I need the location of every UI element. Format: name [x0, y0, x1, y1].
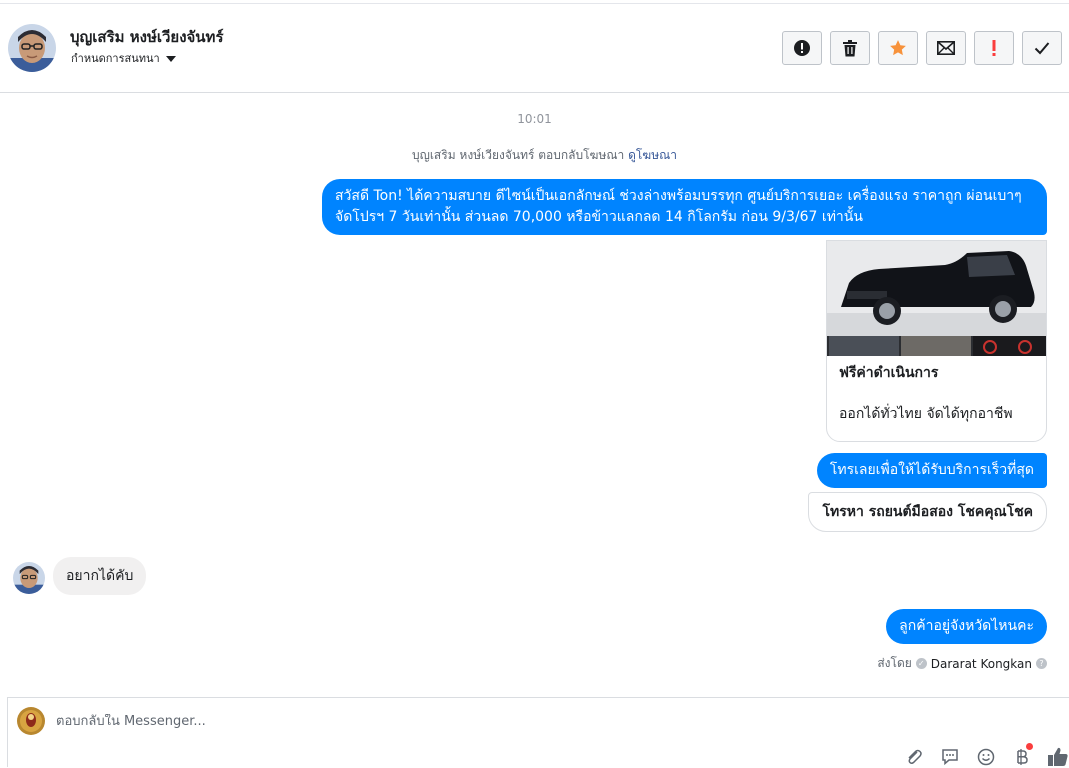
star-icon	[890, 40, 906, 56]
sent-by-label: ส่งโดย	[877, 656, 912, 670]
star-button[interactable]	[878, 31, 918, 65]
assign-label: กำหนดการสนทนา	[71, 52, 160, 65]
outgoing-message: สวัสดี Ton! ได้ความสบาย ดีไซน์เป็นเอกลัก…	[322, 179, 1047, 235]
ad-card-description: ออกได้ทั่วไทย จัดได้ทุกอาชีพ	[839, 406, 1013, 422]
conversation-header: บุญเสริม หงษ์เวียงจันทร์ กำหนดการสนทนา	[0, 4, 1069, 93]
saved-replies-button[interactable]	[939, 746, 961, 768]
alert-circle-icon	[794, 40, 810, 56]
message-timestamp: 10:01	[517, 112, 552, 126]
smiley-icon	[977, 748, 995, 766]
ad-reply-text: บุญเสริม หงษ์เวียงจันทร์ ตอบกลับโฆษณา	[411, 148, 625, 162]
delete-button[interactable]	[830, 31, 870, 65]
page-avatar	[17, 707, 45, 735]
emoji-button[interactable]	[975, 746, 997, 768]
call-quick-reply-button[interactable]: โทรหา รถยนต์มือสอง โชคคุณโชค	[808, 492, 1047, 532]
baht-icon	[1017, 749, 1028, 765]
chat-bubble-icon	[942, 749, 958, 766]
payment-button[interactable]	[1011, 743, 1033, 768]
thumbs-up-icon	[1048, 747, 1068, 766]
sent-by-info: ส่งโดย ✓ Dararat Kongkan ?	[877, 654, 1047, 673]
help-icon[interactable]: ?	[1036, 658, 1047, 669]
avatar[interactable]	[13, 562, 45, 594]
incoming-message: อยากได้คับ	[53, 557, 147, 595]
view-ad-link[interactable]: ดูโฆษณา	[628, 148, 677, 162]
notification-dot	[1026, 743, 1033, 750]
caret-down-icon	[165, 55, 176, 62]
like-button[interactable]	[1047, 746, 1069, 768]
ad-card-image	[827, 241, 1046, 356]
ad-card-title: ฟรีค่าดำเนินการ	[839, 365, 939, 381]
exclamation-icon	[992, 40, 996, 56]
composer-tools	[903, 743, 1069, 768]
paperclip-icon	[908, 749, 922, 764]
clock-icon: ✓	[915, 658, 927, 669]
conversation-actions	[782, 31, 1062, 65]
outgoing-message: โทรเลยเพื่อให้ได้รับบริการเร็วที่สุด	[816, 453, 1047, 488]
mark-unread-button[interactable]	[926, 31, 966, 65]
avatar[interactable]	[8, 24, 56, 72]
attach-button[interactable]	[903, 746, 925, 768]
checkmark-icon	[1034, 42, 1050, 55]
mark-spam-button[interactable]	[782, 31, 822, 65]
ad-reply-notice: บุญเสริม หงษ์เวียงจันทร์ ตอบกลับโฆษณา ดู…	[0, 146, 1069, 165]
message-input[interactable]	[56, 714, 756, 729]
outgoing-message: ลูกค้าอยู่จังหวัดไหนคะ	[886, 609, 1047, 644]
assign-conversation-dropdown[interactable]: กำหนดการสนทนา	[71, 49, 176, 67]
mark-done-button[interactable]	[1022, 31, 1062, 65]
envelope-icon	[937, 41, 955, 55]
trash-icon	[843, 39, 857, 56]
important-button[interactable]	[974, 31, 1014, 65]
reply-composer	[7, 697, 1069, 767]
sender-name: Dararat Kongkan	[930, 656, 1032, 671]
contact-name[interactable]: บุญเสริม หงษ์เวียงจันทร์	[70, 25, 224, 49]
ad-card[interactable]: ฟรีค่าดำเนินการ ออกได้ทั่วไทย จัดได้ทุกอ…	[826, 240, 1047, 442]
